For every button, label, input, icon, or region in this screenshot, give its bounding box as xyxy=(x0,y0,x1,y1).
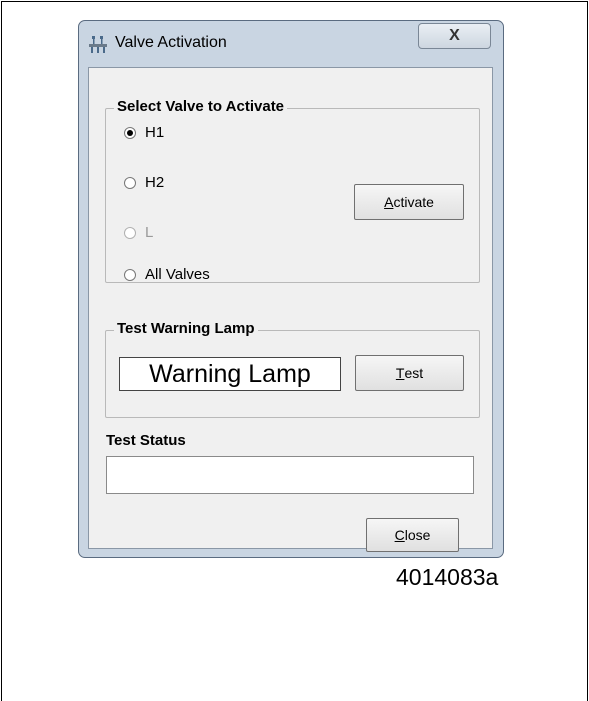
activate-button[interactable]: Activate xyxy=(354,184,464,220)
close-icon: X xyxy=(449,27,460,44)
test-label: est xyxy=(404,365,424,381)
test-warning-lamp-group: Test Warning Lamp Warning Lamp Test xyxy=(105,320,480,418)
radio-h1[interactable]: H1 xyxy=(124,124,164,141)
radio-l-label: L xyxy=(145,224,154,241)
select-valve-group: Select Valve to Activate H1 H2 L All Val… xyxy=(105,98,480,283)
valve-activation-dialog: Valve Activation X Select Valve to Activ… xyxy=(78,20,504,558)
radio-all-valves-label: All Valves xyxy=(145,266,210,283)
radio-l: L xyxy=(124,224,153,241)
close-label: lose xyxy=(404,527,431,543)
warning-lamp-indicator: Warning Lamp xyxy=(119,357,341,391)
radio-all-valves[interactable]: All Valves xyxy=(124,266,210,283)
title-bar: Valve Activation X xyxy=(79,21,503,67)
radio-h1-label: H1 xyxy=(145,124,165,141)
radio-button-disabled xyxy=(124,226,136,239)
window-title: Valve Activation xyxy=(115,34,227,51)
test-button[interactable]: Test xyxy=(355,355,464,391)
radio-button[interactable] xyxy=(124,176,136,189)
figure-caption: 4014083a xyxy=(396,564,499,590)
valve-app-icon xyxy=(89,36,107,53)
test-status-label: Test Status xyxy=(106,432,186,449)
close-mnemonic: C xyxy=(394,527,405,543)
close-button[interactable]: Close xyxy=(366,518,459,552)
radio-h2[interactable]: H2 xyxy=(124,174,164,191)
activate-mnemonic: A xyxy=(384,194,394,210)
radio-button-selected[interactable] xyxy=(124,126,136,139)
test-status-field xyxy=(106,456,474,494)
dialog-body: Select Valve to Activate H1 H2 L All Val… xyxy=(88,67,493,552)
window-close-button[interactable]: X xyxy=(418,23,491,49)
radio-button[interactable] xyxy=(124,268,136,281)
test-warning-lamp-legend: Test Warning Lamp xyxy=(114,320,258,337)
select-valve-legend: Select Valve to Activate xyxy=(114,98,288,115)
radio-h2-label: H2 xyxy=(145,174,165,191)
activate-label: ctivate xyxy=(393,194,434,210)
test-mnemonic: T xyxy=(395,365,405,381)
